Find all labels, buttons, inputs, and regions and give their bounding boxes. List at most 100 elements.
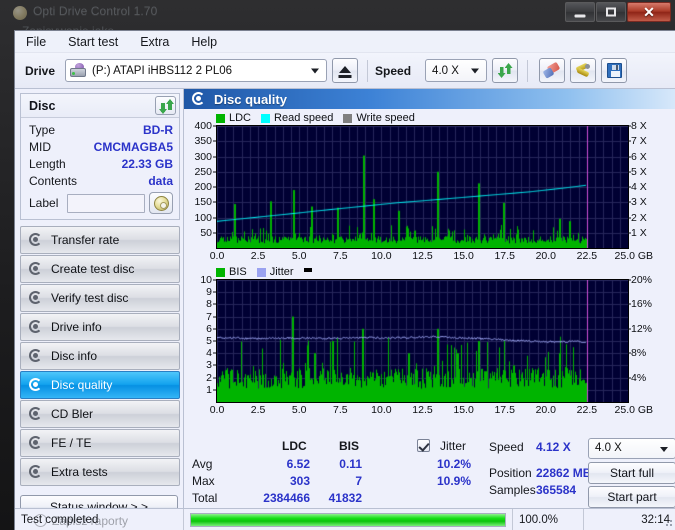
jitter-checkbox[interactable] — [417, 439, 430, 452]
sidebar-item-label: Transfer rate — [51, 233, 120, 247]
disc-row-key: MID — [29, 139, 51, 154]
save-button[interactable] — [601, 58, 628, 83]
legend-swatch-read-speed — [261, 113, 271, 123]
sidebar-item-cd-bler[interactable]: CD Bler — [20, 400, 180, 428]
bis-chart-plot[interactable] — [216, 279, 629, 403]
disc-quality-icon — [192, 92, 206, 106]
close-button[interactable]: ✕ — [627, 2, 671, 22]
stats-row-total-label: Total — [192, 491, 218, 505]
tools-button[interactable] — [570, 58, 597, 83]
disc-label-row: Label — [29, 192, 173, 214]
disc-row-value: data — [148, 173, 173, 188]
y-tick-label: 1 — [206, 383, 212, 396]
y2-tick-label: 4% — [631, 371, 647, 384]
sidebar-item-create-test-disc[interactable]: Create test disc — [20, 255, 180, 283]
test-speed-select[interactable]: 4.0 X — [588, 438, 675, 459]
x-tick-label: 25.0 GB — [614, 404, 654, 416]
chevron-down-icon — [311, 68, 320, 73]
speed-select[interactable]: 4.0 X — [425, 59, 488, 82]
y2-tick-label: 16% — [631, 298, 653, 311]
legend-label-bis: BIS — [229, 266, 247, 278]
x-tick-label: 22.5 — [576, 250, 598, 262]
y2-tick — [628, 377, 631, 379]
y2-tick-label: 8 X — [631, 120, 647, 132]
y-tick-label: 100 — [194, 211, 212, 224]
refresh-button[interactable] — [492, 58, 519, 83]
stats-max-ldc: 303 — [289, 474, 310, 488]
menu-item-file[interactable]: File — [24, 33, 56, 51]
disc-row-type: Type BD-R — [29, 121, 173, 138]
y2-tick — [628, 328, 631, 330]
drive-icon — [70, 63, 87, 78]
disc-label-button[interactable] — [149, 192, 173, 214]
ldc-chart-plot[interactable] — [216, 125, 629, 249]
x-tick-label: 0.0 — [209, 404, 225, 416]
erase-button[interactable] — [539, 58, 566, 83]
bis-chart-x-axis: 0.0 2.5 5.0 7.5 10.0 12.5 15.0 17.5 20.0 22.5 25.0… — [210, 403, 653, 419]
chevron-down-icon — [471, 68, 480, 73]
stats-total-ldc: 2384466 — [263, 491, 310, 505]
x-tick-label: 15.0 — [453, 250, 474, 262]
stats-avg-jitter: 10.2% — [436, 457, 471, 471]
os-window: Opti Drive Control 1.70 Zapisywanie jako… — [0, 0, 675, 530]
disc-refresh-button[interactable] — [155, 96, 176, 115]
legend-swatch-extra — [303, 267, 312, 272]
x-tick-label: 12.5 — [412, 250, 433, 262]
stats-row-avg-label: Avg — [192, 457, 213, 471]
disc-label-input[interactable] — [66, 193, 145, 213]
resize-grip[interactable] — [662, 516, 674, 528]
stats-max-jitter: 10.9% — [436, 474, 471, 488]
menu-bar: File Start test Extra Help — [15, 31, 675, 53]
y-tick-label: 150 — [194, 196, 212, 209]
samples-stat-label: Samples — [489, 483, 536, 497]
drive-select[interactable]: (P:) ATAPI iHBS112 2 PL06 — [65, 59, 328, 82]
stats-row-max-label: Max — [192, 474, 215, 488]
disc-ring-icon — [29, 320, 43, 334]
x-tick-label: 17.5 — [494, 404, 515, 416]
menu-item-help[interactable]: Help — [189, 33, 227, 51]
save-icon — [606, 63, 622, 78]
y2-tick-label: 7 X — [631, 135, 647, 148]
menu-item-extra[interactable]: Extra — [138, 33, 179, 51]
content-panel: Disc quality LDC Read speed Write speed … — [183, 89, 675, 509]
maximize-button[interactable] — [596, 2, 626, 22]
x-tick-label: 2.5 — [250, 404, 266, 416]
sidebar-item-drive-info[interactable]: Drive info — [20, 313, 180, 341]
legend-swatch-jitter — [256, 267, 266, 277]
sidebar-item-verify-test-disc[interactable]: Verify test disc — [20, 284, 180, 312]
y-tick-label: 8 — [206, 298, 212, 311]
start-full-button[interactable]: Start full — [588, 462, 675, 484]
sidebar-item-disc-info[interactable]: Disc info — [20, 342, 180, 370]
window-controls: ✕ — [564, 2, 671, 22]
ldc-chart: LDC Read speed Write speed 400 350 300 250 2… — [184, 109, 675, 265]
sidebar-item-extra-tests[interactable]: Extra tests — [20, 458, 180, 486]
disc-ring-icon — [29, 465, 43, 479]
eject-button[interactable] — [332, 58, 359, 83]
sidebar-item-transfer-rate[interactable]: Transfer rate — [20, 226, 180, 254]
cd-disc-icon — [153, 195, 169, 211]
disc-ring-icon — [29, 407, 43, 421]
tools-icon — [575, 62, 591, 78]
sidebar: Disc Type BD-R MID CMCMAGBA5 Length 22.3… — [15, 89, 183, 519]
disc-row-key: Contents — [29, 173, 78, 188]
y2-tick — [628, 125, 631, 127]
speed-select-value: 4.0 X — [432, 64, 459, 77]
sidebar-item-fe-te[interactable]: FE / TE — [20, 429, 180, 457]
start-part-button[interactable]: Start part — [588, 486, 675, 508]
y2-tick — [628, 140, 631, 142]
progress-percent: 100.0% — [519, 513, 559, 526]
y2-tick-label: 8% — [631, 347, 647, 360]
sidebar-item-disc-quality[interactable]: Disc quality — [20, 371, 180, 399]
legend-label-read-speed: Read speed — [274, 112, 334, 124]
x-tick-label: 17.5 — [494, 250, 515, 262]
minimize-button[interactable] — [565, 2, 595, 22]
x-tick-label: 0.0 — [209, 250, 225, 262]
menu-item-start-test[interactable]: Start test — [66, 33, 128, 51]
y2-tick — [628, 171, 631, 173]
y2-tick — [628, 303, 631, 305]
speed-stat-value: 4.12 X — [536, 440, 571, 454]
stats-col-bis: BIS — [339, 439, 360, 453]
ldc-chart-legend: LDC Read speed Write speed — [184, 111, 675, 125]
drive-select-value: (P:) ATAPI iHBS112 2 PL06 — [92, 64, 233, 77]
window-title: Opti Drive Control 1.70 — [33, 4, 158, 18]
